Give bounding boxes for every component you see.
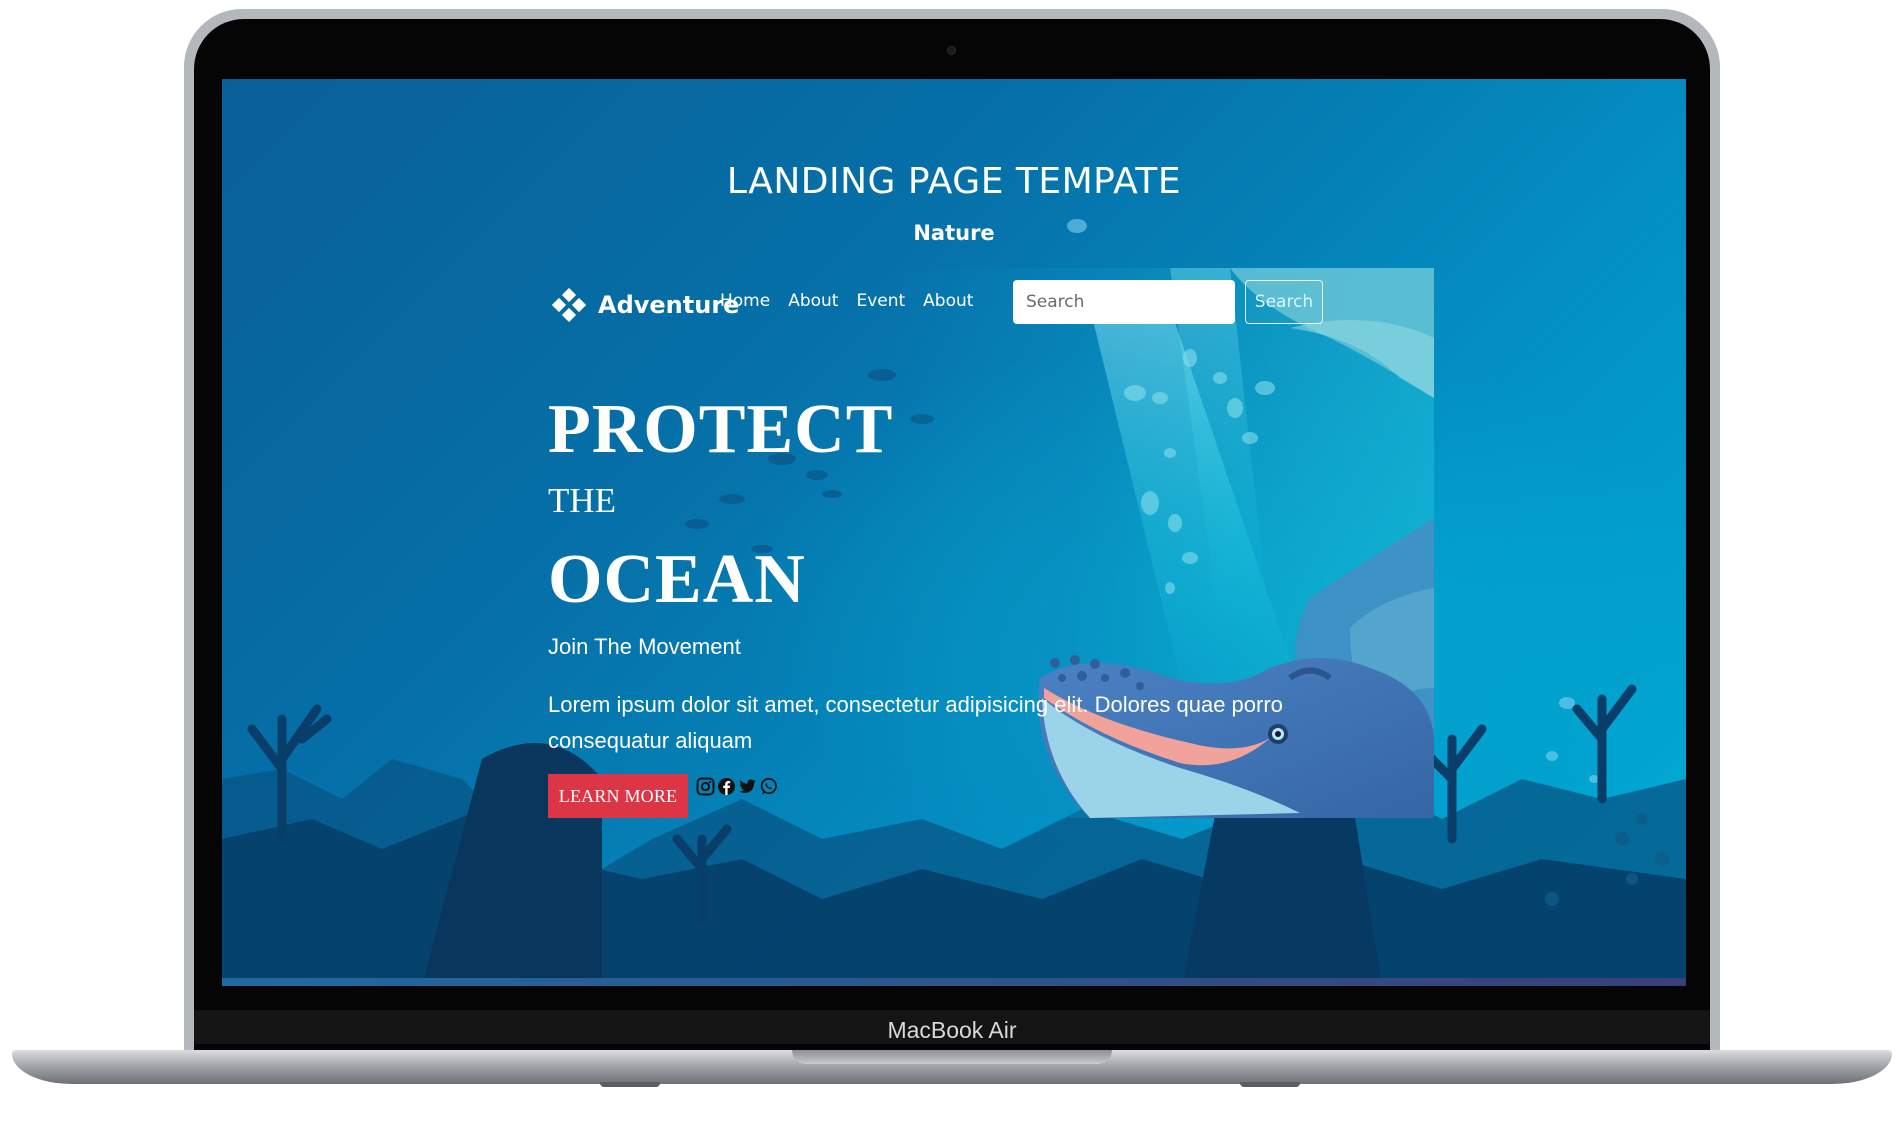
facebook-icon[interactable] (717, 777, 736, 796)
brand-name: Adventure (598, 291, 740, 319)
navbar: Adventure Home About Event About Search (530, 268, 1434, 340)
instagram-icon[interactable] (696, 777, 715, 796)
laptop-foot-right (1240, 1082, 1300, 1087)
hero-heading-protect: PROTECT (548, 391, 894, 468)
browser-screen: LANDING PAGE TEMPATE Nature Adventure Ho… (222, 79, 1686, 986)
hero-tagline: Join The Movement (548, 634, 741, 659)
camera-icon (947, 46, 956, 55)
page-title: LANDING PAGE TEMPATE (726, 161, 1182, 202)
hero-heading-the: THE (548, 481, 617, 520)
page-subtitle: Nature (913, 221, 995, 245)
learn-more-button[interactable]: LEARN MORE (548, 774, 688, 818)
nav-link-about[interactable]: About (788, 291, 838, 311)
laptop-notch (792, 1050, 1112, 1064)
social-links (696, 777, 778, 796)
search-input[interactable] (1013, 280, 1235, 324)
whatsapp-icon[interactable] (759, 777, 778, 796)
screen-bottom-bar (222, 978, 1686, 986)
hero-heading-ocean: OCEAN (548, 541, 806, 618)
hero-body-text: Lorem ipsum dolor sit amet, consectetur … (548, 692, 1283, 753)
nav-link-event[interactable]: Event (856, 291, 905, 311)
search-button[interactable]: Search (1245, 280, 1323, 324)
nav-links: Home About Event About (720, 291, 973, 311)
nav-link-home[interactable]: Home (720, 291, 770, 311)
twitter-icon[interactable] (738, 777, 757, 796)
nav-link-about-2[interactable]: About (923, 291, 973, 311)
laptop-foot-left (600, 1082, 660, 1087)
diamond-cluster-icon (552, 288, 586, 322)
brand-logo[interactable]: Adventure (552, 286, 739, 324)
device-model-label: MacBook Air (887, 1017, 1017, 1043)
hero-section: Adventure Home About Event About Search … (530, 268, 1434, 818)
